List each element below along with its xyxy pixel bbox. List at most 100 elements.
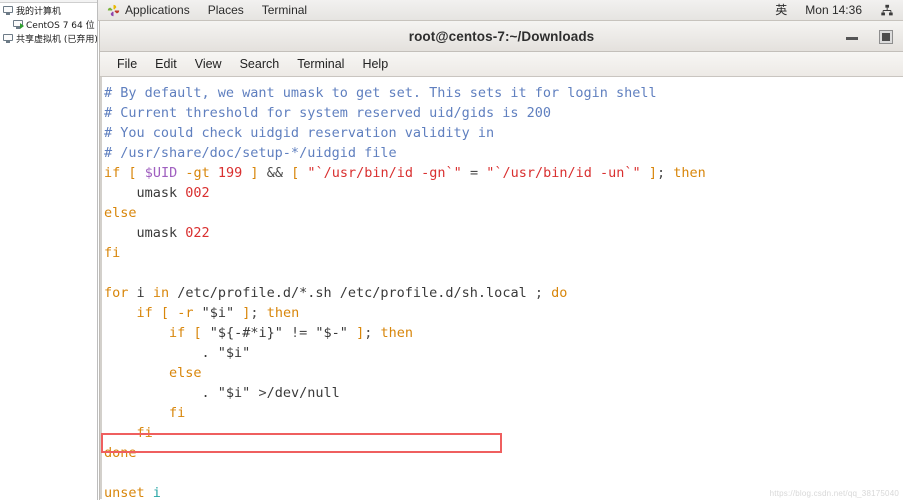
terminal-window: root@centos-7:~/Downloads File Edit View… [99, 21, 903, 500]
panel-terminal-menu[interactable]: Terminal [253, 0, 316, 21]
computer-icon [3, 5, 13, 15]
menu-item-view[interactable]: View [186, 52, 231, 77]
maximize-button[interactable] [878, 29, 894, 45]
code-token: ; [534, 285, 543, 301]
code-token: "$i" [201, 305, 235, 321]
code-token: 022 [185, 225, 210, 241]
input-method-indicator[interactable]: 英 [766, 0, 796, 21]
code-token: if [169, 325, 186, 341]
sidebar-item-label: 我的计算机 [16, 6, 62, 17]
code-token: "$i" [217, 345, 251, 361]
sidebar-item-shared-vms[interactable]: 共享虚拟机 (已弃用) [0, 31, 97, 45]
code-token: # You could check uidgid reservation val… [104, 125, 495, 141]
menu-item-search[interactable]: Search [231, 52, 289, 77]
code-line: # Current threshold for system reserved … [104, 103, 903, 123]
panel-terminal-label: Terminal [261, 2, 308, 17]
code-token: ] [250, 165, 259, 181]
code-token: "$-" [315, 325, 348, 341]
vim-text-area[interactable]: # By default, we want umask to get set. … [100, 83, 903, 499]
code-token: ; [250, 305, 259, 321]
code-token: done [104, 445, 137, 461]
panel-clock[interactable]: Mon 14:36 [796, 0, 871, 21]
panel-places-label: Places [207, 2, 244, 17]
image-watermark: https://blog.csdn.net/qq_38175040 [769, 489, 899, 498]
code-token: = [469, 165, 479, 181]
code-token: ] [648, 165, 657, 181]
gnome-pinwheel-icon [107, 4, 120, 17]
code-token: fi [169, 405, 186, 421]
code-token: "`/usr/bin/id -gn`" [307, 165, 462, 181]
code-token: umask [104, 225, 186, 241]
menu-item-help[interactable]: Help [353, 52, 397, 77]
code-token: "$i" [217, 385, 259, 401]
code-token: then [380, 325, 414, 341]
code-line: if [ -r "$i" ]; then [104, 303, 903, 323]
shared-vm-icon [3, 33, 13, 43]
code-line: fi [104, 423, 903, 443]
code-token: 002 [185, 185, 210, 201]
panel-places-menu[interactable]: Places [199, 0, 253, 21]
screen-root: 我的计算机 CentOS 7 64 位 共享虚拟机 (已弃用) Applicat… [0, 0, 903, 500]
code-token: -gt [185, 165, 210, 181]
gnome-top-panel: Applications Places Terminal 英 Mon 14:36 [98, 0, 903, 21]
code-token: && [266, 165, 283, 181]
code-token: fi [104, 245, 121, 261]
code-token: i [152, 485, 161, 499]
code-token: # By default, we want umask to get set. … [104, 85, 657, 101]
code-token: else [169, 365, 202, 381]
code-token: -r [177, 305, 194, 321]
code-line: else [104, 363, 903, 383]
code-line: done [104, 443, 903, 463]
code-token: . [104, 345, 218, 361]
window-title: root@centos-7:~/Downloads [408, 28, 595, 44]
vmware-library-sidebar: 我的计算机 CentOS 7 64 位 共享虚拟机 (已弃用) [0, 0, 98, 500]
menu-item-file[interactable]: File [108, 52, 146, 77]
sidebar-item-centos7[interactable]: CentOS 7 64 位 [0, 17, 97, 31]
minimize-button[interactable] [844, 29, 860, 45]
panel-applications-label: Applications [125, 2, 190, 17]
code-token: 199 [217, 165, 243, 181]
code-token: else [104, 205, 137, 221]
sidebar-item-label: CentOS 7 64 位 [26, 20, 95, 31]
sidebar-item-label: 共享虚拟机 (已弃用) [16, 34, 98, 45]
code-token: $UID [144, 165, 178, 181]
panel-applications-menu[interactable]: Applications [98, 0, 199, 21]
menu-item-edit[interactable]: Edit [146, 52, 186, 77]
code-token: [ [193, 325, 202, 341]
code-line: else [104, 203, 903, 223]
menu-item-terminal[interactable]: Terminal [288, 52, 353, 77]
code-token: "${-#*i}" [209, 325, 283, 341]
sidebar-item-my-computer[interactable]: 我的计算机 [0, 3, 97, 17]
code-token: [ [291, 165, 300, 181]
code-token: then [266, 305, 300, 321]
code-token: if [136, 305, 153, 321]
window-title-bar[interactable]: root@centos-7:~/Downloads [100, 21, 903, 52]
code-token: [ [128, 165, 137, 181]
code-token: in [152, 285, 170, 301]
code-line: if [ "${-#*i}" != "$-" ]; then [104, 323, 903, 343]
network-workgroup-icon[interactable] [871, 0, 903, 21]
code-token: umask [104, 185, 186, 201]
code-line: . "$i" [104, 343, 903, 363]
terminal-screen[interactable]: # By default, we want umask to get set. … [100, 77, 903, 499]
code-token: do [551, 285, 568, 301]
code-line: fi [104, 243, 903, 263]
